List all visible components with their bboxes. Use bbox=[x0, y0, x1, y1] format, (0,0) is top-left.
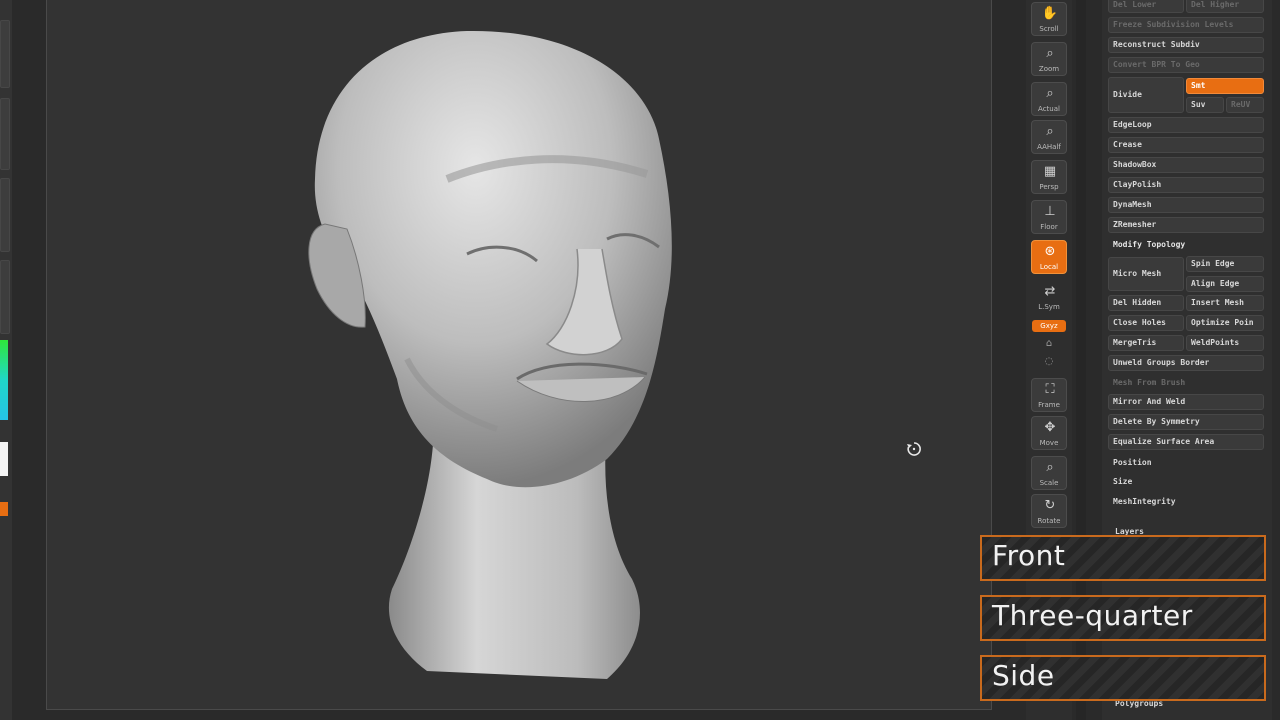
side-label-text: Side bbox=[992, 659, 1055, 692]
size-section[interactable]: Size bbox=[1108, 474, 1264, 490]
weldpoints-button[interactable]: WeldPoints bbox=[1186, 335, 1264, 351]
zoom-icon: ⌕ bbox=[1046, 86, 1054, 101]
frame-button[interactable]: ⛶ Frame bbox=[1031, 378, 1067, 412]
secondary-color-swatch[interactable] bbox=[0, 502, 8, 516]
align-edge-button[interactable]: Align Edge bbox=[1186, 276, 1264, 292]
lock-icon[interactable]: ◌ bbox=[1040, 356, 1058, 370]
three-quarter-view-label: Three-quarter bbox=[980, 595, 1266, 641]
reconstruct-subdiv-button[interactable]: Reconstruct Subdiv bbox=[1108, 37, 1264, 53]
claypolish-section[interactable]: ClayPolish bbox=[1108, 177, 1264, 193]
local-icon: ⊛ bbox=[1044, 244, 1056, 259]
rotate-icon: ↻ bbox=[1044, 498, 1056, 513]
position-section[interactable]: Position bbox=[1108, 455, 1264, 471]
aahalf-label: AAHalf bbox=[1037, 143, 1061, 151]
zoom-icon: ⌕ bbox=[1046, 46, 1054, 61]
modify-topology-header[interactable]: Modify Topology bbox=[1108, 237, 1264, 253]
divide-button[interactable]: Divide bbox=[1108, 77, 1184, 113]
home-icon[interactable]: ⌂ bbox=[1040, 338, 1058, 352]
mergetris-button[interactable]: MergeTris bbox=[1108, 335, 1184, 351]
left-tool-strip bbox=[0, 0, 12, 720]
meshintegrity-section[interactable]: MeshIntegrity bbox=[1108, 494, 1264, 510]
floor-label: Floor bbox=[1040, 223, 1058, 231]
mirror-and-weld-button[interactable]: Mirror And Weld bbox=[1108, 394, 1264, 410]
shadowbox-section[interactable]: ShadowBox bbox=[1108, 157, 1264, 173]
floor-button[interactable]: ⊥ Floor bbox=[1031, 200, 1067, 234]
three-quarter-label-text: Three-quarter bbox=[992, 599, 1193, 632]
hand-icon: ✋ bbox=[1041, 6, 1059, 21]
del-higher-button[interactable]: Del Higher bbox=[1186, 0, 1264, 13]
unweld-groups-border-button[interactable]: Unweld Groups Border bbox=[1108, 355, 1264, 371]
del-hidden-button[interactable]: Del Hidden bbox=[1108, 295, 1184, 311]
left-strip-slot[interactable] bbox=[0, 178, 10, 252]
scale-button[interactable]: ⌕ Scale bbox=[1031, 456, 1067, 490]
micro-mesh-button[interactable]: Micro Mesh bbox=[1108, 257, 1184, 291]
move-icon: ✥ bbox=[1044, 420, 1056, 435]
main-color-swatch[interactable] bbox=[0, 442, 8, 476]
freeze-subdivision-button[interactable]: Freeze Subdivision Levels bbox=[1108, 17, 1264, 33]
edgeloop-section[interactable]: EdgeLoop bbox=[1108, 117, 1264, 133]
local-label: Local bbox=[1039, 263, 1059, 271]
actual-button[interactable]: ⌕ Actual bbox=[1031, 82, 1067, 116]
crease-section[interactable]: Crease bbox=[1108, 137, 1264, 153]
close-holes-button[interactable]: Close Holes bbox=[1108, 315, 1184, 331]
persp-button[interactable]: ▦ Persp bbox=[1031, 160, 1067, 194]
spin-edge-button[interactable]: Spin Edge bbox=[1186, 256, 1264, 272]
suv-toggle[interactable]: Suv bbox=[1186, 97, 1224, 113]
canvas-viewport[interactable] bbox=[46, 0, 992, 710]
left-strip-slot[interactable] bbox=[0, 260, 10, 334]
rotate-button[interactable]: ↻ Rotate bbox=[1031, 494, 1067, 528]
move-label: Move bbox=[1039, 439, 1059, 447]
side-view-label: Side bbox=[980, 655, 1266, 701]
convert-bpr-button[interactable]: Convert BPR To Geo bbox=[1108, 57, 1264, 73]
dynamesh-section[interactable]: DynaMesh bbox=[1108, 197, 1264, 213]
reuv-toggle[interactable]: ReUV bbox=[1226, 97, 1264, 113]
persp-icon: ▦ bbox=[1043, 164, 1057, 179]
smt-toggle[interactable]: Smt bbox=[1186, 78, 1264, 94]
color-picker-strip[interactable] bbox=[0, 340, 8, 420]
scale-label: Scale bbox=[1039, 479, 1059, 487]
frame-label: Frame bbox=[1038, 401, 1060, 409]
equalize-surface-area-button[interactable]: Equalize Surface Area bbox=[1108, 434, 1264, 450]
left-strip-slot[interactable] bbox=[0, 98, 10, 170]
lsym-button[interactable]: ⇄ L.Sym bbox=[1031, 280, 1067, 314]
mesh-from-brush-button[interactable]: Mesh From Brush bbox=[1108, 375, 1264, 391]
scroll-button[interactable]: ✋ Scroll bbox=[1031, 2, 1067, 36]
persp-label: Persp bbox=[1039, 183, 1059, 191]
xyz-symmetry-button[interactable]: Gxyz bbox=[1032, 320, 1066, 332]
actual-label: Actual bbox=[1038, 105, 1060, 113]
zremesher-section[interactable]: ZRemesher bbox=[1108, 217, 1264, 233]
head-sculpt-model[interactable] bbox=[47, 0, 993, 711]
zoom-button[interactable]: ⌕ Zoom bbox=[1031, 42, 1067, 76]
del-lower-button[interactable]: Del Lower bbox=[1108, 0, 1184, 13]
left-strip-slot[interactable] bbox=[0, 20, 10, 88]
zoom-label: Zoom bbox=[1038, 65, 1060, 73]
scale-icon: ⌕ bbox=[1046, 460, 1054, 475]
local-button[interactable]: ⊛ Local bbox=[1031, 240, 1067, 274]
delete-by-symmetry-button[interactable]: Delete By Symmetry bbox=[1108, 414, 1264, 430]
aahalf-button[interactable]: ⌕ AAHalf bbox=[1031, 120, 1067, 154]
rotate-cursor-icon bbox=[907, 442, 921, 456]
scroll-label: Scroll bbox=[1039, 25, 1059, 33]
lsym-icon: ⇄ bbox=[1044, 284, 1056, 299]
frame-icon: ⛶ bbox=[1045, 382, 1055, 397]
move-button[interactable]: ✥ Move bbox=[1031, 416, 1067, 450]
front-view-label: Front bbox=[980, 535, 1266, 581]
optimize-points-button[interactable]: Optimize Poin bbox=[1186, 315, 1264, 331]
rotate-label: Rotate bbox=[1037, 517, 1061, 525]
zoom-icon: ⌕ bbox=[1046, 124, 1054, 139]
lsym-label: L.Sym bbox=[1038, 303, 1060, 311]
front-label-text: Front bbox=[992, 539, 1066, 572]
floor-icon: ⊥ bbox=[1044, 204, 1056, 219]
insert-mesh-button[interactable]: Insert Mesh bbox=[1186, 295, 1264, 311]
